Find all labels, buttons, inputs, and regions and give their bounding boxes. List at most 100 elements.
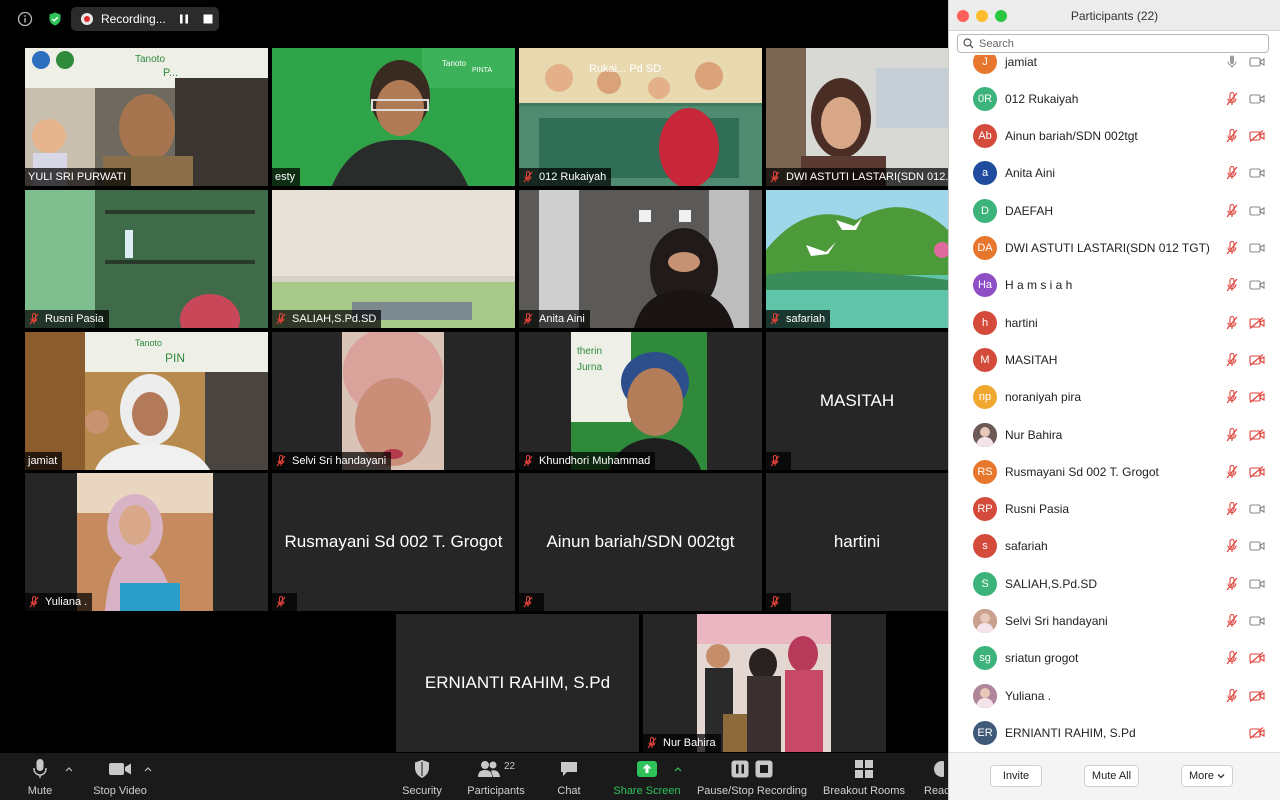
video-tile[interactable]: Rukai... Pd SD 012 Rukaiyah bbox=[519, 48, 762, 186]
muted-microphone-icon[interactable] bbox=[1225, 464, 1239, 479]
encryption-shield-icon[interactable] bbox=[44, 8, 66, 30]
video-tile[interactable]: Ainun bariah/SDN 002tgt bbox=[519, 473, 762, 611]
breakout-rooms-button[interactable]: Breakout Rooms bbox=[822, 757, 906, 797]
video-camera-icon[interactable] bbox=[1249, 56, 1265, 68]
participant-row[interactable]: Ha H a m s i a h bbox=[949, 267, 1280, 304]
participant-search-input[interactable]: Search bbox=[957, 34, 1269, 53]
stop-recording-icon[interactable] bbox=[202, 13, 214, 25]
muted-microphone-icon[interactable] bbox=[1225, 390, 1239, 404]
video-off-icon[interactable] bbox=[1249, 130, 1265, 143]
participant-row[interactable]: DA DWI ASTUTI LASTARI(SDN 012 TGT) bbox=[949, 230, 1280, 267]
muted-microphone-icon[interactable] bbox=[1225, 203, 1239, 218]
muted-microphone-icon[interactable] bbox=[1225, 688, 1239, 703]
participant-row[interactable]: Selvi Sri handayani bbox=[949, 603, 1280, 640]
video-tile[interactable]: ERNIANTI RAHIM, S.Pd bbox=[396, 614, 639, 752]
participant-row[interactable]: 0R 012 Rukaiyah bbox=[949, 80, 1280, 117]
video-off-icon[interactable] bbox=[1249, 689, 1265, 702]
microphone-icon[interactable] bbox=[1225, 55, 1239, 69]
video-tile[interactable]: therin Jurna Khundhori Muhammad bbox=[519, 332, 762, 470]
mute-all-button[interactable]: Mute All bbox=[1084, 765, 1139, 787]
muted-microphone-icon[interactable] bbox=[1225, 576, 1239, 591]
share-options-chevron-up-icon[interactable] bbox=[674, 765, 682, 773]
video-off-icon[interactable] bbox=[1249, 652, 1265, 665]
video-camera-icon[interactable] bbox=[1249, 279, 1265, 291]
participant-row[interactable]: np noraniyah pira bbox=[949, 379, 1280, 416]
video-off-icon[interactable] bbox=[1249, 465, 1265, 478]
muted-microphone-icon[interactable] bbox=[1225, 129, 1239, 143]
muted-microphone-icon[interactable] bbox=[1225, 166, 1239, 180]
video-tile[interactable]: Tanoto P... YULI SRI PURWATI bbox=[25, 48, 268, 186]
participant-row[interactable]: s safariah bbox=[949, 528, 1280, 565]
video-tile[interactable]: safariah bbox=[766, 190, 948, 328]
muted-microphone-icon[interactable] bbox=[1225, 614, 1239, 628]
video-off-icon[interactable] bbox=[1249, 391, 1265, 404]
video-feed-kids-banner: Rukai... Pd SD bbox=[519, 48, 762, 186]
participant-row[interactable]: RS Rusmayani Sd 002 T. Grogot bbox=[949, 453, 1280, 490]
muted-microphone-icon[interactable] bbox=[1225, 315, 1239, 330]
video-tile[interactable]: Tanoto PIN jamiat bbox=[25, 332, 268, 470]
participant-nameplate: DWI ASTUTI LASTARI(SDN 012... bbox=[766, 168, 948, 186]
video-camera-icon[interactable] bbox=[1249, 578, 1265, 590]
participant-row[interactable]: Nur Bahira bbox=[949, 416, 1280, 453]
participant-list-name: DWI ASTUTI LASTARI(SDN 012 TGT) bbox=[1005, 241, 1210, 255]
muted-microphone-icon[interactable] bbox=[1225, 651, 1239, 665]
video-camera-icon[interactable] bbox=[1249, 540, 1265, 552]
participant-row[interactable]: sg sriatun grogot bbox=[949, 640, 1280, 677]
share-screen-button[interactable]: Share Screen bbox=[610, 757, 684, 797]
video-tile[interactable]: hartini bbox=[766, 473, 948, 611]
video-off-icon[interactable] bbox=[1249, 316, 1265, 329]
video-tile[interactable]: Rusni Pasia bbox=[25, 190, 268, 328]
participant-row[interactable]: S SALIAH,S.Pd.SD bbox=[949, 565, 1280, 602]
muted-microphone-icon[interactable] bbox=[1225, 502, 1239, 516]
chat-button[interactable]: Chat bbox=[551, 757, 587, 797]
video-tile[interactable]: MASITAH bbox=[766, 332, 948, 470]
participant-row[interactable]: M MASITAH bbox=[949, 341, 1280, 378]
pause-recording-icon[interactable] bbox=[178, 13, 190, 25]
muted-microphone-icon bbox=[770, 455, 780, 467]
pause-stop-recording-button[interactable]: Pause/Stop Recording bbox=[696, 757, 808, 797]
video-camera-icon[interactable] bbox=[1249, 503, 1265, 515]
avatar-initials: Ha bbox=[973, 273, 997, 298]
video-tile[interactable]: Tanoto PINTA esty bbox=[272, 48, 515, 186]
video-camera-icon[interactable] bbox=[1249, 615, 1265, 627]
mute-button[interactable]: Mute bbox=[20, 757, 60, 797]
more-button[interactable]: More bbox=[1181, 765, 1233, 787]
info-icon[interactable] bbox=[14, 8, 36, 30]
muted-microphone-icon[interactable] bbox=[1225, 539, 1239, 553]
participant-row[interactable]: Yuliana . bbox=[949, 677, 1280, 714]
video-off-icon[interactable] bbox=[1249, 353, 1265, 366]
security-button[interactable]: Security bbox=[398, 757, 446, 797]
participant-row[interactable]: RP Rusni Pasia bbox=[949, 491, 1280, 528]
video-camera-icon[interactable] bbox=[1249, 242, 1265, 254]
video-tile[interactable]: Anita Aini bbox=[519, 190, 762, 328]
video-tile[interactable]: DWI ASTUTI LASTARI(SDN 012... bbox=[766, 48, 948, 186]
audio-options-chevron-up-icon[interactable] bbox=[65, 765, 73, 773]
muted-microphone-icon[interactable] bbox=[1225, 427, 1239, 442]
reactions-button[interactable]: Reac bbox=[924, 757, 948, 797]
stop-video-button[interactable]: Stop Video bbox=[88, 757, 152, 797]
video-camera-icon[interactable] bbox=[1249, 167, 1265, 179]
participant-row[interactable]: Ab Ainun bariah/SDN 002tgt bbox=[949, 118, 1280, 155]
participant-row[interactable]: a Anita Aini bbox=[949, 155, 1280, 192]
video-off-icon[interactable] bbox=[1249, 726, 1265, 739]
video-tile[interactable]: Nur Bahira bbox=[643, 614, 886, 752]
participant-row[interactable]: h hartini bbox=[949, 304, 1280, 341]
video-camera-icon[interactable] bbox=[1249, 205, 1265, 217]
participants-button[interactable]: 22 Participants bbox=[463, 757, 529, 798]
participant-row[interactable]: ER ERNIANTI RAHIM, S.Pd bbox=[949, 714, 1280, 751]
muted-microphone-icon[interactable] bbox=[1225, 91, 1239, 106]
video-tile[interactable]: Yuliana . bbox=[25, 473, 268, 611]
participant-row[interactable]: D DAEFAH bbox=[949, 192, 1280, 229]
video-off-icon[interactable] bbox=[1249, 428, 1265, 441]
invite-button[interactable]: Invite bbox=[990, 765, 1042, 787]
video-tile[interactable]: Selvi Sri handayani bbox=[272, 332, 515, 470]
video-options-chevron-up-icon[interactable] bbox=[144, 765, 152, 773]
video-tile[interactable]: SALIAH,S.Pd.SD bbox=[272, 190, 515, 328]
participant-list-name: H a m s i a h bbox=[1005, 278, 1073, 293]
participant-row[interactable]: Jjamiat bbox=[949, 55, 1280, 80]
video-tile[interactable]: Rusmayani Sd 002 T. Grogot bbox=[272, 473, 515, 611]
muted-microphone-icon[interactable] bbox=[1225, 241, 1239, 255]
video-camera-icon[interactable] bbox=[1249, 93, 1265, 105]
muted-microphone-icon[interactable] bbox=[1225, 352, 1239, 367]
muted-microphone-icon[interactable] bbox=[1225, 278, 1239, 292]
